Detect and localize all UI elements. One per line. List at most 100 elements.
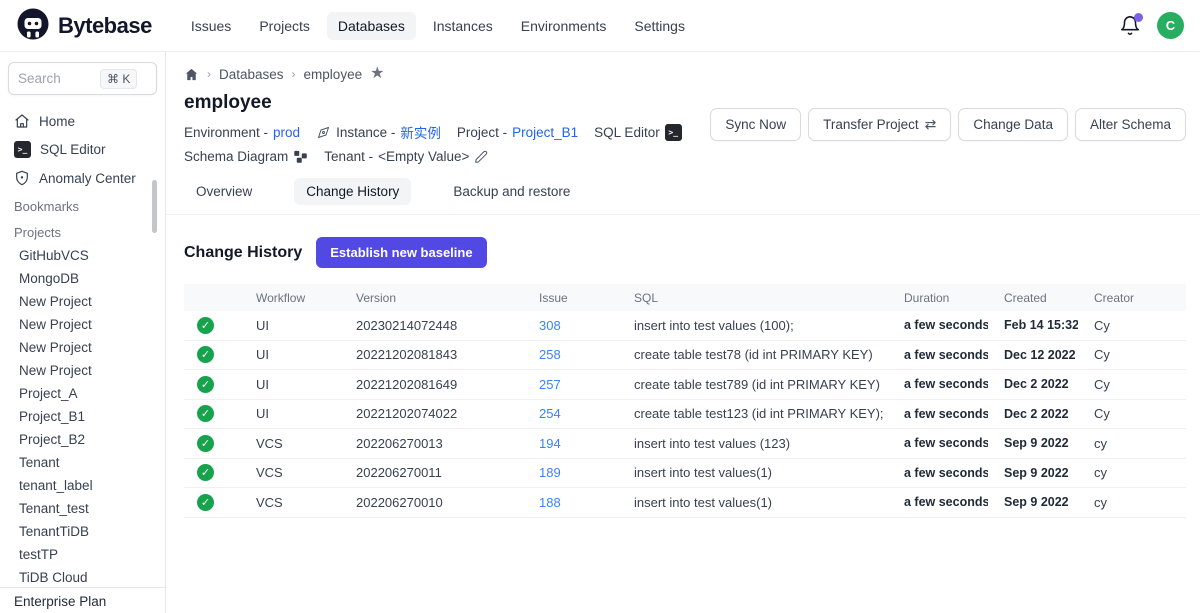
- breadcrumb-separator: ›: [292, 67, 296, 81]
- user-avatar[interactable]: C: [1157, 12, 1184, 39]
- sidebar-item-home[interactable]: Home: [0, 107, 165, 135]
- brand-logo[interactable]: Bytebase: [16, 7, 152, 44]
- duration-cell: a few seconds: [888, 318, 988, 332]
- workflow-cell: VCS: [240, 436, 340, 451]
- change-data-label: Change Data: [973, 117, 1053, 132]
- search-box[interactable]: ⌘ K: [8, 62, 157, 95]
- issue-link[interactable]: 194: [523, 436, 618, 451]
- sidebar-item-anomaly-center[interactable]: Anomaly Center: [0, 164, 165, 192]
- edit-pencil-icon[interactable]: [474, 150, 488, 164]
- tab-item[interactable]: Change History: [294, 178, 411, 205]
- database-meta: Environment - prod Instance - 新实例 Projec…: [166, 114, 746, 164]
- sidebar-item-label: Anomaly Center: [39, 171, 136, 186]
- duration-cell: a few seconds: [888, 348, 988, 362]
- sidebar-project-item[interactable]: TiDB Cloud: [0, 566, 165, 589]
- sidebar-project-item[interactable]: New Project: [0, 290, 165, 313]
- sidebar-scrollbar[interactable]: [152, 180, 157, 233]
- transfer-project-button[interactable]: Transfer Project ⇄: [808, 108, 951, 141]
- navbar-item[interactable]: Instances: [422, 12, 504, 40]
- workflow-cell: UI: [240, 347, 340, 362]
- issue-link[interactable]: 188: [523, 495, 618, 510]
- duration-cell: a few seconds: [888, 436, 988, 450]
- meta-sql-editor[interactable]: SQL Editor >_: [594, 124, 682, 141]
- environment-label: Environment -: [184, 125, 268, 140]
- column-header[interactable]: Created: [988, 291, 1078, 305]
- brand-name: Bytebase: [58, 13, 152, 39]
- breadcrumb-databases[interactable]: Databases: [219, 67, 284, 82]
- instance-link[interactable]: 新实例: [400, 122, 441, 142]
- sidebar-project-item[interactable]: Project_B1: [0, 405, 165, 428]
- sidebar-project-item[interactable]: Project_A: [0, 382, 165, 405]
- column-header[interactable]: Version: [340, 291, 523, 305]
- search-shortcut-chip: ⌘ K: [100, 69, 137, 89]
- workflow-cell: UI: [240, 406, 340, 421]
- navbar-right: C: [1119, 12, 1184, 39]
- table-row[interactable]: ✓ UI 20230214072448 308 insert into test…: [184, 311, 1186, 341]
- issue-link[interactable]: 258: [523, 347, 618, 362]
- tab-item[interactable]: Overview: [184, 178, 264, 205]
- table-row[interactable]: ✓ VCS 202206270011 189 insert into test …: [184, 459, 1186, 489]
- column-header[interactable]: Issue: [523, 291, 618, 305]
- sync-now-button[interactable]: Sync Now: [710, 108, 801, 141]
- project-link[interactable]: Project_B1: [512, 125, 578, 140]
- notifications-bell-icon[interactable]: [1119, 15, 1141, 37]
- navbar-item[interactable]: Environments: [510, 12, 618, 40]
- schema-diagram-label: Schema Diagram: [184, 149, 288, 164]
- table-row[interactable]: ✓ UI 20221202081843 258 create table tes…: [184, 341, 1186, 371]
- sidebar-project-item[interactable]: testTP: [0, 543, 165, 566]
- created-cell: Sep 9 2022: [988, 466, 1078, 480]
- meta-instance: Instance - 新实例: [316, 122, 441, 142]
- table-row[interactable]: ✓ UI 20221202074022 254 create table tes…: [184, 400, 1186, 430]
- search-input[interactable]: [18, 71, 96, 86]
- column-header[interactable]: SQL: [618, 291, 888, 305]
- favorite-star-icon[interactable]: ★: [370, 66, 384, 82]
- sidebar-project-item[interactable]: New Project: [0, 313, 165, 336]
- issue-link[interactable]: 308: [523, 318, 618, 333]
- creator-cell: Cy: [1078, 347, 1186, 362]
- change-data-button[interactable]: Change Data: [958, 108, 1068, 141]
- issue-link[interactable]: 254: [523, 406, 618, 421]
- sidebar-project-item[interactable]: Tenant: [0, 451, 165, 474]
- navbar-item[interactable]: Settings: [623, 12, 696, 40]
- sidebar-project-item[interactable]: MongoDB: [0, 267, 165, 290]
- table-row[interactable]: ✓ VCS 202206270010 188 insert into test …: [184, 488, 1186, 518]
- sidebar-project-item[interactable]: GitHubVCS: [0, 244, 165, 267]
- sidebar-project-item[interactable]: New Project: [0, 336, 165, 359]
- schema-diagram-icon: [293, 149, 308, 164]
- table-row[interactable]: ✓ UI 20221202081649 257 create table tes…: [184, 370, 1186, 400]
- alter-schema-button[interactable]: Alter Schema: [1075, 108, 1186, 141]
- breadcrumb-home-icon[interactable]: [184, 67, 199, 82]
- column-header[interactable]: Duration: [888, 291, 988, 305]
- breadcrumb: › Databases › employee ★: [166, 52, 1200, 82]
- sidebar-project-item[interactable]: New Project: [0, 359, 165, 382]
- environment-link[interactable]: prod: [273, 125, 300, 140]
- navbar-item[interactable]: Projects: [248, 12, 321, 40]
- column-header[interactable]: Creator: [1078, 291, 1186, 305]
- sql-editor-icon: >_: [665, 124, 682, 141]
- column-header[interactable]: Workflow: [240, 291, 340, 305]
- duration-cell: a few seconds: [888, 466, 988, 480]
- workflow-cell: VCS: [240, 495, 340, 510]
- sidebar-project-item[interactable]: tenant_label: [0, 474, 165, 497]
- issue-link[interactable]: 257: [523, 377, 618, 392]
- transfer-project-label: Transfer Project: [823, 117, 919, 132]
- success-check-icon: ✓: [197, 405, 214, 422]
- created-cell: Sep 9 2022: [988, 495, 1078, 509]
- meta-tenant: Tenant - <Empty Value>: [324, 149, 488, 164]
- sidebar-project-item[interactable]: Project_B2: [0, 428, 165, 451]
- navbar-item[interactable]: Issues: [180, 12, 242, 40]
- plan-footer[interactable]: Enterprise Plan: [0, 587, 165, 613]
- establish-baseline-button[interactable]: Establish new baseline: [316, 237, 486, 268]
- tab-item[interactable]: Backup and restore: [441, 178, 582, 205]
- status-cell: ✓: [184, 494, 240, 511]
- status-cell: ✓: [184, 376, 240, 393]
- breadcrumb-current[interactable]: employee: [304, 67, 363, 82]
- sidebar-project-item[interactable]: Tenant_test: [0, 497, 165, 520]
- sidebar-item-sql-editor[interactable]: >_ SQL Editor: [0, 135, 165, 164]
- meta-schema-diagram[interactable]: Schema Diagram: [184, 149, 308, 164]
- issue-link[interactable]: 189: [523, 465, 618, 480]
- table-row[interactable]: ✓ VCS 202206270013 194 insert into test …: [184, 429, 1186, 459]
- navbar-item[interactable]: Databases: [327, 12, 416, 40]
- navbar-links: Issues Projects Databases Instances Envi…: [180, 12, 696, 40]
- sidebar-project-item[interactable]: TenantTiDB: [0, 520, 165, 543]
